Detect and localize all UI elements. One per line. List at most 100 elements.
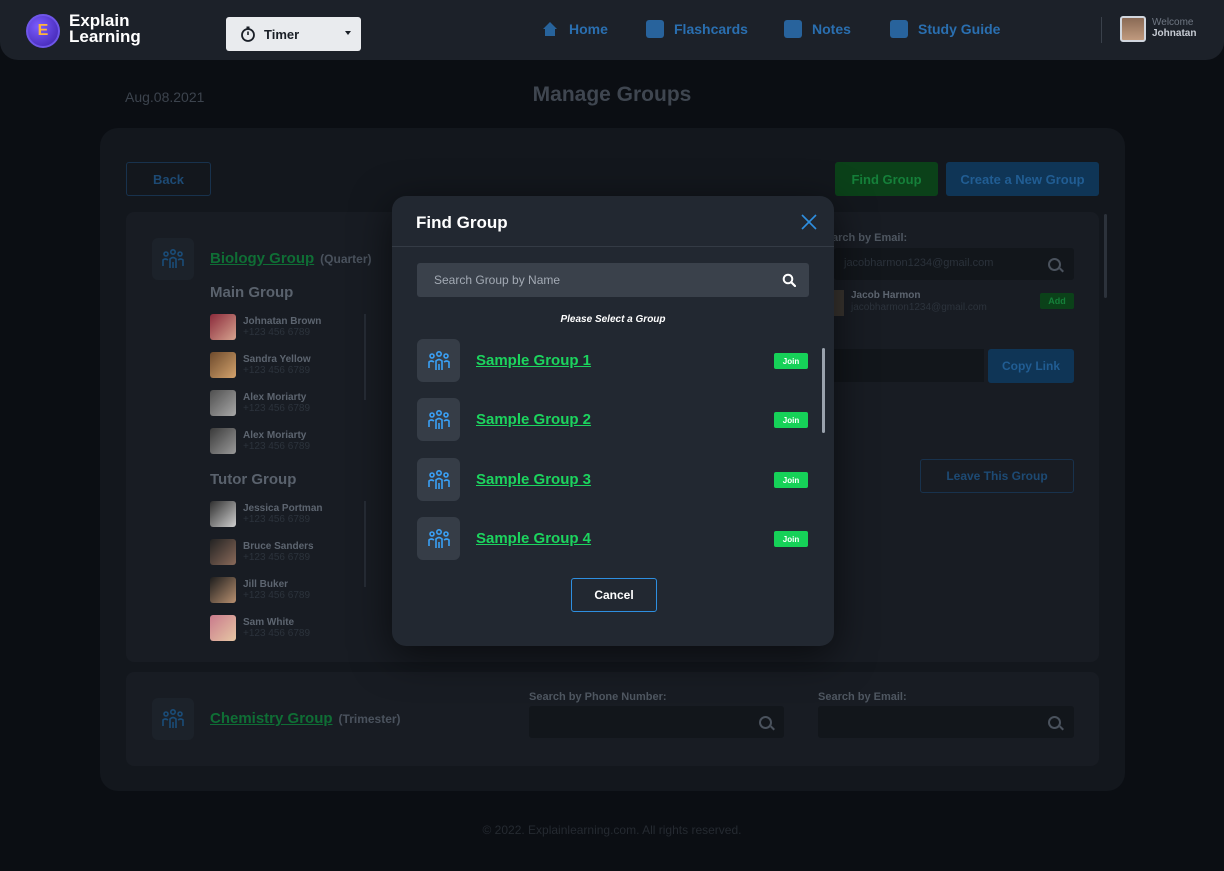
main-group-heading: Main Group <box>210 284 294 301</box>
member-phone: +123 456 6789 <box>243 552 311 563</box>
find-group-button[interactable]: Find Group <box>835 162 938 196</box>
group-title-biology[interactable]: Biology Group (Quarter) <box>210 250 372 267</box>
avatar <box>210 428 236 454</box>
search-email-field[interactable] <box>818 706 1074 738</box>
member-name: Jill Buker <box>243 579 289 590</box>
flashcards-icon <box>646 20 664 38</box>
nav-notes[interactable]: Notes <box>784 20 851 38</box>
user-avatar[interactable] <box>1120 16 1146 42</box>
search-icon[interactable] <box>1048 716 1061 729</box>
member-phone: +123 456 6789 <box>243 441 311 452</box>
group-title-chemistry[interactable]: Chemistry Group (Trimester) <box>210 710 401 727</box>
member-name: Sam White <box>243 617 295 628</box>
search-icon[interactable] <box>759 716 772 729</box>
avatar <box>210 390 236 416</box>
timer-dropdown[interactable]: Timer <box>226 17 361 51</box>
join-button[interactable]: Join <box>774 353 808 369</box>
list-item: Sample Group 4 Join <box>417 517 809 561</box>
member-phone: +123 456 6789 <box>243 327 311 338</box>
top-navbar: E Explain Learning Timer Home Flashcards… <box>0 0 1224 60</box>
join-button[interactable]: Join <box>774 412 808 428</box>
search-icon[interactable] <box>1048 258 1061 271</box>
group-results-list: Sample Group 1 Join Sample Group 2 Join <box>417 339 809 569</box>
close-icon[interactable] <box>799 212 819 232</box>
logo-icon[interactable]: E <box>26 14 60 48</box>
search-email-value: jacobharmon1234@gmail.com <box>844 257 994 269</box>
stopwatch-icon <box>241 26 255 42</box>
home-icon <box>543 22 557 36</box>
welcome-text: Welcome <box>1152 17 1194 28</box>
group-name-link[interactable]: Sample Group 1 <box>476 352 591 369</box>
avatar <box>210 615 236 641</box>
avatar <box>210 501 236 527</box>
search-email-field[interactable]: jacobharmon1234@gmail.com <box>834 248 1074 280</box>
group-term: (Trimester) <box>338 712 401 726</box>
tutor-list-scrollbar[interactable] <box>364 501 366 587</box>
cancel-button[interactable]: Cancel <box>571 578 657 612</box>
chevron-down-icon <box>345 31 351 35</box>
avatar <box>210 352 236 378</box>
people-group-icon <box>427 528 450 548</box>
avatar <box>210 539 236 565</box>
avatar <box>210 577 236 603</box>
group-search-input[interactable] <box>417 263 767 297</box>
nav-flashcards[interactable]: Flashcards <box>646 20 748 38</box>
back-button[interactable]: Back <box>126 162 211 196</box>
search-email-label: Search by Email: <box>818 691 907 703</box>
nav-flashcards-label: Flashcards <box>674 21 748 37</box>
nav-home-label: Home <box>569 21 608 37</box>
user-name: Johnatan <box>1152 28 1197 39</box>
group-icon <box>417 398 460 441</box>
select-group-hint: Please Select a Group <box>560 314 666 325</box>
invite-link-field[interactable] <box>834 349 984 382</box>
search-phone-label: Search by Phone Number: <box>529 691 667 703</box>
nav-study-guide-label: Study Guide <box>918 21 1001 37</box>
nav-notes-label: Notes <box>812 21 851 37</box>
member-name: Alex Moriarty <box>243 430 307 441</box>
people-group-icon <box>162 248 184 268</box>
nav-study-guide[interactable]: Study Guide <box>890 20 1000 38</box>
user-welcome[interactable]: Welcome Johnatan <box>1152 17 1196 39</box>
member-phone: +123 456 6789 <box>243 403 311 414</box>
member-name: Jessica Portman <box>243 503 323 514</box>
group-search-box <box>417 263 809 297</box>
group-list-scrollbar[interactable] <box>822 348 825 433</box>
group-name: Biology Group <box>210 250 315 267</box>
member-name: Alex Moriarty <box>243 392 307 403</box>
create-group-button[interactable]: Create a New Group <box>946 162 1099 196</box>
list-item: Sample Group 2 Join <box>417 398 809 442</box>
result-name: Jacob Harmon <box>851 290 921 301</box>
modal-title: Find Group <box>416 213 508 232</box>
group-name: Chemistry Group <box>210 710 333 727</box>
timer-label: Timer <box>264 26 300 42</box>
group-name-link[interactable]: Sample Group 4 <box>476 530 591 547</box>
nav-divider <box>1101 17 1102 43</box>
tutor-group-heading: Tutor Group <box>210 471 297 488</box>
group-name-link[interactable]: Sample Group 3 <box>476 471 591 488</box>
footer-copyright: © 2022. Explainlearning.com. All rights … <box>482 823 742 837</box>
brand-line-2: Learning <box>69 27 141 46</box>
join-button[interactable]: Join <box>774 472 808 488</box>
modal-header: Find Group <box>392 196 834 247</box>
join-button[interactable]: Join <box>774 531 808 547</box>
copy-link-button[interactable]: Copy Link <box>988 349 1074 383</box>
member-phone: +123 456 6789 <box>243 628 311 639</box>
brand-name: Explain Learning <box>69 12 141 46</box>
notes-icon <box>784 20 802 38</box>
list-item: Sample Group 3 Join <box>417 458 809 502</box>
panel-scrollbar[interactable] <box>1104 214 1107 298</box>
search-phone-field[interactable] <box>529 706 784 738</box>
group-name-link[interactable]: Sample Group 2 <box>476 411 591 428</box>
study-guide-icon <box>890 20 908 38</box>
group-icon <box>417 458 460 501</box>
group-icon <box>417 517 460 560</box>
add-member-button[interactable]: Add <box>1040 293 1074 309</box>
leave-group-button[interactable]: Leave This Group <box>920 459 1074 493</box>
member-name: Johnatan Brown <box>243 316 322 327</box>
result-email: jacobharmon1234@gmail.com <box>851 302 987 313</box>
search-icon[interactable] <box>782 273 796 287</box>
member-list-scrollbar[interactable] <box>364 314 366 400</box>
member-phone: +123 456 6789 <box>243 365 311 376</box>
nav-home[interactable]: Home <box>541 20 608 38</box>
member-phone: +123 456 6789 <box>243 590 311 601</box>
